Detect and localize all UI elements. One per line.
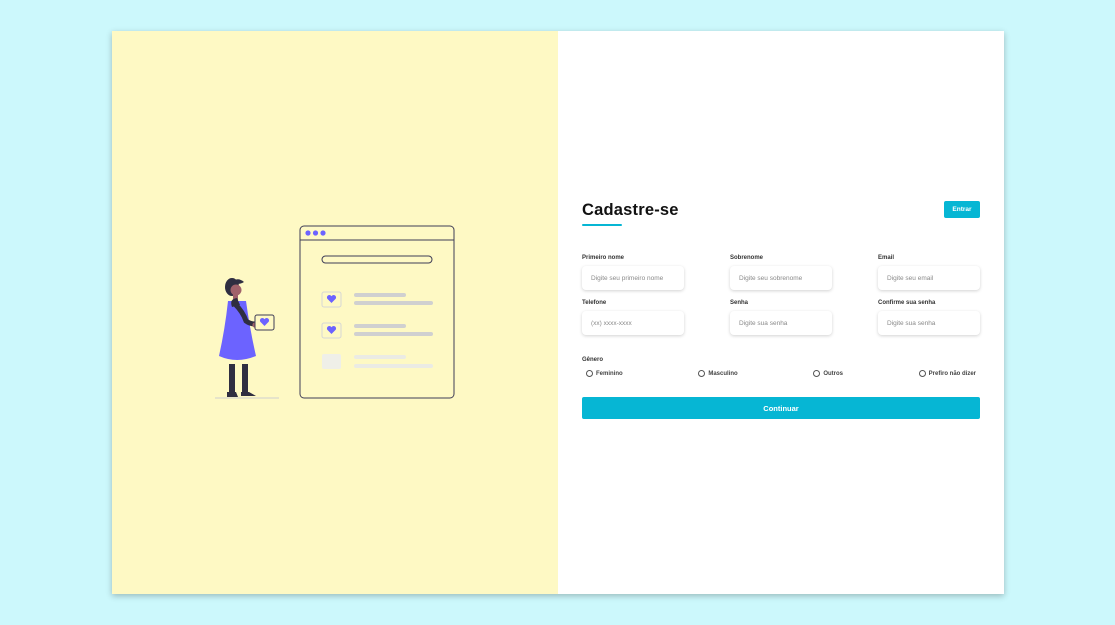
radio-prefiro-nao-dizer[interactable] bbox=[918, 370, 926, 377]
fields-grid: Primeiro nome Sobrenome Email Telefone S… bbox=[582, 255, 980, 335]
confirm-password-input[interactable] bbox=[878, 311, 980, 335]
phone-label: Telefone bbox=[582, 300, 607, 306]
gender-option-label: Feminino bbox=[596, 370, 623, 377]
gender-option-masculino[interactable]: Masculino bbox=[698, 370, 738, 377]
gender-title: Gênero bbox=[582, 357, 604, 363]
email-label: Email bbox=[878, 255, 895, 261]
last-name-input[interactable] bbox=[730, 266, 832, 290]
email-input[interactable] bbox=[878, 266, 980, 290]
gender-option-prefiro-nao-dizer[interactable]: Prefiro não dizer bbox=[918, 370, 976, 377]
gender-option-label: Outros bbox=[823, 370, 843, 377]
title-block: Cadastre-se bbox=[582, 201, 679, 226]
password-label: Senha bbox=[730, 300, 749, 306]
gender-option-label: Prefiro não dizer bbox=[928, 370, 976, 377]
gender-option-feminino[interactable]: Feminino bbox=[586, 370, 623, 377]
email-field: Email bbox=[878, 255, 980, 290]
signup-card: Cadastre-se Entrar Primeiro nome Sobreno… bbox=[112, 31, 1004, 594]
last-name-field: Sobrenome bbox=[730, 255, 878, 290]
radio-masculino[interactable] bbox=[698, 370, 706, 377]
page-title: Cadastre-se bbox=[582, 201, 679, 219]
illustration-panel bbox=[112, 31, 558, 594]
form-header: Cadastre-se Entrar bbox=[582, 201, 980, 241]
radio-outros[interactable] bbox=[813, 370, 821, 377]
password-input[interactable] bbox=[730, 311, 832, 335]
gender-option-outros[interactable]: Outros bbox=[813, 370, 843, 377]
continue-button[interactable]: Continuar bbox=[582, 397, 980, 419]
title-underline bbox=[582, 224, 622, 226]
password-field: Senha bbox=[730, 300, 878, 335]
phone-input[interactable] bbox=[582, 311, 684, 335]
gender-options: Feminino Masculino Outros Prefiro não di… bbox=[582, 370, 980, 377]
form-panel: Cadastre-se Entrar Primeiro nome Sobreno… bbox=[558, 31, 1004, 594]
first-name-field: Primeiro nome bbox=[582, 255, 730, 290]
first-name-label: Primeiro nome bbox=[582, 255, 625, 261]
login-button[interactable]: Entrar bbox=[944, 201, 980, 218]
first-name-input[interactable] bbox=[582, 266, 684, 290]
radio-feminino[interactable] bbox=[586, 370, 593, 377]
confirm-password-field: Confirme sua senha bbox=[878, 300, 980, 335]
confirm-password-label: Confirme sua senha bbox=[878, 300, 936, 306]
signup-form: Cadastre-se Entrar Primeiro nome Sobreno… bbox=[582, 201, 980, 419]
phone-field: Telefone bbox=[582, 300, 730, 335]
gender-option-label: Masculino bbox=[708, 370, 738, 377]
signup-illustration bbox=[215, 225, 455, 399]
last-name-label: Sobrenome bbox=[730, 255, 764, 261]
